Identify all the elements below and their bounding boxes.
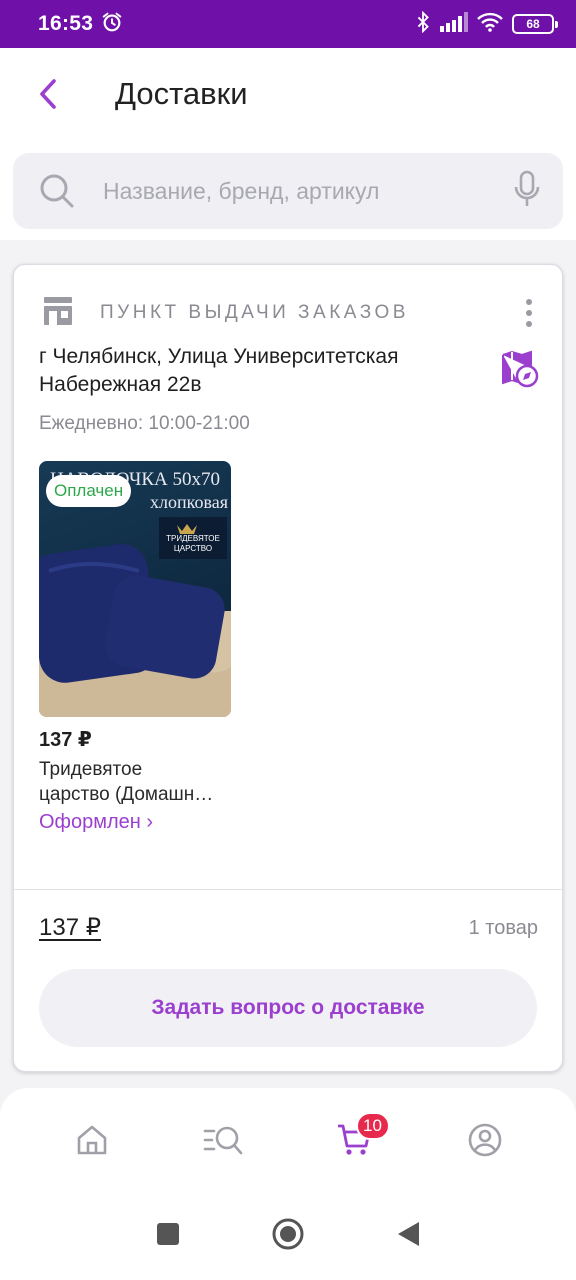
nav-cart[interactable]: 10 — [324, 1110, 390, 1170]
catalog-search-icon — [203, 1126, 242, 1155]
total-price: 137 ₽ — [39, 914, 101, 941]
back-button[interactable] — [26, 72, 70, 116]
chevron-left-icon — [40, 79, 56, 109]
order-status-link[interactable]: Оформлен › — [39, 811, 153, 834]
cart-count-badge: 10 — [355, 1112, 390, 1140]
bluetooth-icon — [415, 10, 431, 38]
recents-button[interactable] — [155, 1221, 181, 1252]
svg-text:ТРИДЕВЯТОЕ: ТРИДЕВЯТОЕ — [166, 534, 220, 543]
circle-icon — [272, 1218, 304, 1249]
nav-home[interactable] — [62, 1110, 122, 1170]
signal-icon — [440, 11, 468, 37]
product-image[interactable]: НАВОЛОЧКА 50x70 хлопковая ТРИДЕВЯТОЕ ЦАР… — [39, 461, 231, 717]
square-icon — [157, 1222, 179, 1245]
product-name[interactable]: Тридевятое царство (Домашн… — [39, 757, 239, 807]
nav-catalog[interactable] — [193, 1110, 253, 1170]
items-count: 1 товар — [468, 917, 538, 939]
battery-icon: 68 — [512, 14, 558, 34]
map-icon — [502, 350, 539, 388]
store-icon — [42, 296, 74, 330]
map-button[interactable] — [500, 349, 540, 389]
pickup-row: ПУНКТ ВЫДАЧИ ЗАКАЗОВ — [42, 295, 538, 331]
wifi-icon — [477, 12, 503, 37]
home-system-button[interactable] — [271, 1217, 305, 1256]
profile-icon — [468, 1123, 501, 1157]
bottom-navigation: 10 — [0, 1088, 576, 1192]
paid-badge: Оплачен — [46, 475, 132, 507]
search-placeholder: Название, бренд, артикул — [103, 177, 380, 204]
svg-text:ЦАРСТВО: ЦАРСТВО — [174, 544, 212, 553]
search-input[interactable]: Название, бренд, артикул — [13, 153, 563, 229]
delivery-card: ПУНКТ ВЫДАЧИ ЗАКАЗОВ г Челябинск, Улица … — [13, 264, 563, 1072]
divider — [14, 889, 562, 890]
home-icon — [77, 1125, 106, 1155]
nav-profile[interactable] — [455, 1110, 515, 1170]
product-price: 137 ₽ — [39, 729, 92, 751]
ask-delivery-question-button[interactable]: Задать вопрос о доставке — [39, 969, 537, 1047]
status-time: 16:53 — [38, 12, 94, 35]
status-bar: 16:53 68 — [0, 0, 576, 48]
search-icon — [40, 174, 74, 208]
triangle-back-icon — [398, 1221, 419, 1246]
svg-text:хлопковая: хлопковая — [150, 492, 228, 512]
page-title: Доставки — [115, 76, 248, 111]
pickup-address: г Челябинск, Улица Университетская Набер… — [39, 345, 399, 396]
alarm-icon — [101, 11, 123, 38]
header: Доставки Название, бренд, артикул — [0, 48, 576, 240]
back-system-button[interactable] — [395, 1220, 421, 1253]
working-hours: Ежедневно: 10:00-21:00 — [39, 413, 250, 434]
microphone-icon[interactable] — [513, 170, 541, 213]
more-options-button[interactable] — [520, 295, 538, 331]
pickup-point-label: ПУНКТ ВЫДАЧИ ЗАКАЗОВ — [100, 302, 409, 323]
system-navigation-bar — [0, 1192, 576, 1280]
